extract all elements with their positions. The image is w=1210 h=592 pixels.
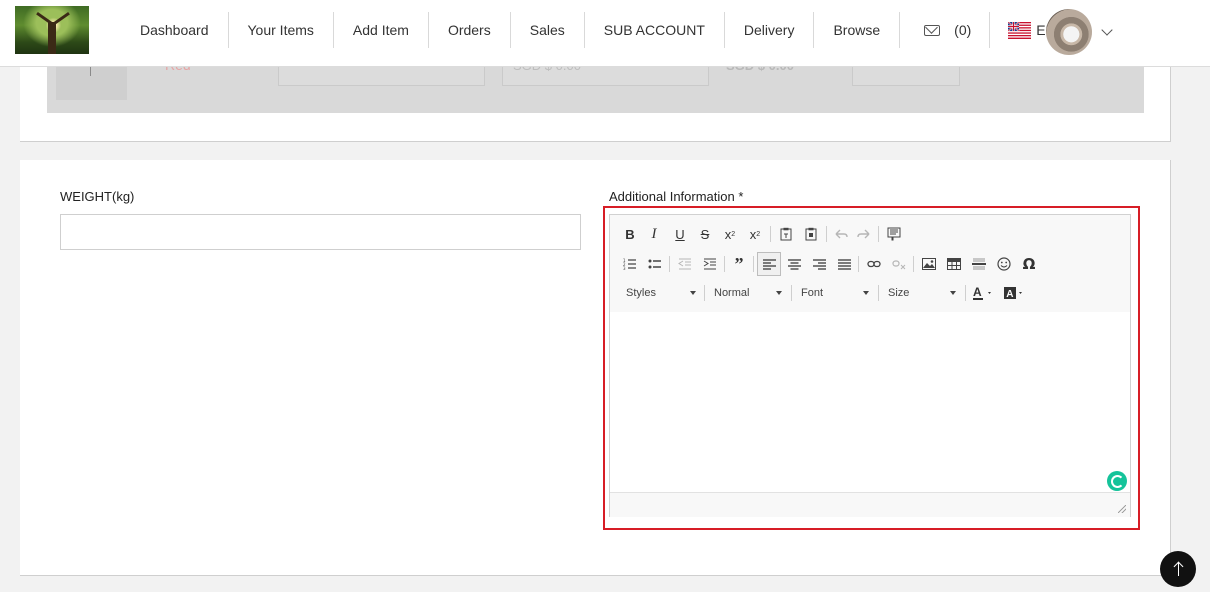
font-dropdown[interactable]: Font (801, 284, 869, 302)
resize-handle-icon[interactable] (1118, 505, 1126, 513)
bullet-list-icon[interactable] (645, 254, 665, 274)
toolbar-separator (770, 226, 771, 242)
editor-content-area[interactable] (610, 312, 1130, 492)
nav-browse[interactable]: Browse (814, 12, 901, 48)
caret-down-icon (863, 291, 869, 295)
toolbar-separator (913, 256, 914, 272)
undo-icon[interactable] (831, 224, 851, 244)
format-dropdown-label: Normal (714, 287, 750, 299)
subscript-icon[interactable]: x2 (720, 224, 740, 244)
unlink-icon[interactable] (889, 254, 909, 274)
toolbar-separator (669, 256, 670, 272)
redo-icon[interactable] (854, 224, 874, 244)
align-left-icon[interactable] (757, 252, 781, 276)
user-avatar[interactable] (1046, 9, 1092, 55)
numbered-list-icon[interactable]: 123 (620, 254, 640, 274)
additional-info-label: Additional Information * (609, 189, 744, 204)
align-center-icon[interactable] (784, 254, 804, 274)
size-dropdown-label: Size (888, 287, 910, 299)
styles-dropdown-label: Styles (626, 287, 656, 299)
paste-word-icon[interactable] (801, 224, 821, 244)
image-icon[interactable] (919, 254, 939, 274)
align-right-icon[interactable] (809, 254, 829, 274)
format-dropdown[interactable]: Normal (714, 284, 782, 302)
arrow-up-icon (1177, 562, 1179, 576)
toolbar-separator (704, 285, 705, 301)
smiley-icon[interactable] (994, 254, 1014, 274)
toolbar-separator (826, 226, 827, 242)
nav-dashboard[interactable]: Dashboard (121, 12, 229, 48)
top-header: Dashboard Your Items Add Item Orders Sal… (0, 0, 1210, 67)
toolbar-separator (724, 256, 725, 272)
text-color-icon[interactable]: A (972, 283, 996, 303)
editor-toolbar: B I U S x2 x2 1 2 3 ” Ω Styles Normal Fo… (610, 215, 1130, 313)
logo-tree-branch (50, 11, 70, 28)
mail-icon (924, 24, 941, 36)
svg-text:A: A (973, 285, 982, 299)
weight-label: WEIGHT(kg) (60, 189, 135, 204)
special-character-icon[interactable]: Ω (1019, 254, 1039, 274)
caret-down-icon (776, 291, 782, 295)
site-logo[interactable] (15, 6, 89, 54)
caret-down-icon (950, 291, 956, 295)
weight-input[interactable] (60, 214, 581, 250)
superscript-icon[interactable]: x2 (745, 224, 765, 244)
underline-icon[interactable]: U (670, 224, 690, 244)
toolbar-separator (791, 285, 792, 301)
grammarly-icon[interactable] (1107, 471, 1127, 491)
increase-indent-icon[interactable] (700, 254, 720, 274)
table-icon[interactable] (944, 254, 964, 274)
nav-sales[interactable]: Sales (511, 12, 585, 48)
toolbar-separator (858, 256, 859, 272)
italic-icon[interactable]: I (644, 224, 664, 244)
link-icon[interactable] (864, 254, 884, 274)
bold-icon[interactable]: B (620, 224, 640, 244)
background-color-icon[interactable]: A (1003, 283, 1027, 303)
nav-delivery[interactable]: Delivery (725, 12, 815, 48)
chevron-down-icon[interactable] (1101, 24, 1113, 36)
editor-statusbar (610, 492, 1130, 517)
messages-link[interactable]: (0) (900, 12, 991, 48)
nav-your-items[interactable]: Your Items (229, 12, 334, 48)
font-dropdown-label: Font (801, 287, 824, 299)
decrease-indent-icon[interactable] (675, 254, 695, 274)
nav-orders[interactable]: Orders (429, 12, 511, 48)
messages-count: (0) (954, 22, 972, 38)
toolbar-separator (878, 226, 879, 242)
rich-text-editor: B I U S x2 x2 1 2 3 ” Ω Styles Normal Fo… (609, 214, 1131, 517)
strikethrough-icon[interactable]: S (695, 224, 715, 244)
justify-icon[interactable] (834, 254, 854, 274)
toolbar-separator (878, 285, 879, 301)
svg-text:3: 3 (623, 266, 626, 270)
nav-add-item[interactable]: Add Item (334, 12, 429, 48)
paste-text-icon[interactable] (776, 224, 796, 244)
scroll-to-top-button[interactable] (1160, 551, 1196, 587)
caret-down-icon (690, 291, 696, 295)
source-code-icon[interactable] (884, 224, 904, 244)
blockquote-icon[interactable]: ” (729, 254, 749, 274)
details-card: WEIGHT(kg) Additional Information * B I … (20, 160, 1171, 576)
size-dropdown[interactable]: Size (888, 284, 956, 302)
toolbar-separator (753, 256, 754, 272)
toolbar-separator (965, 285, 966, 301)
styles-dropdown[interactable]: Styles (626, 284, 696, 302)
nav-sub-account[interactable]: SUB ACCOUNT (585, 12, 725, 48)
horizontal-rule-icon[interactable] (969, 254, 989, 274)
main-nav: Dashboard Your Items Add Item Orders Sal… (121, 12, 1070, 48)
svg-text:A: A (1006, 289, 1013, 300)
us-flag-icon (1008, 21, 1032, 39)
